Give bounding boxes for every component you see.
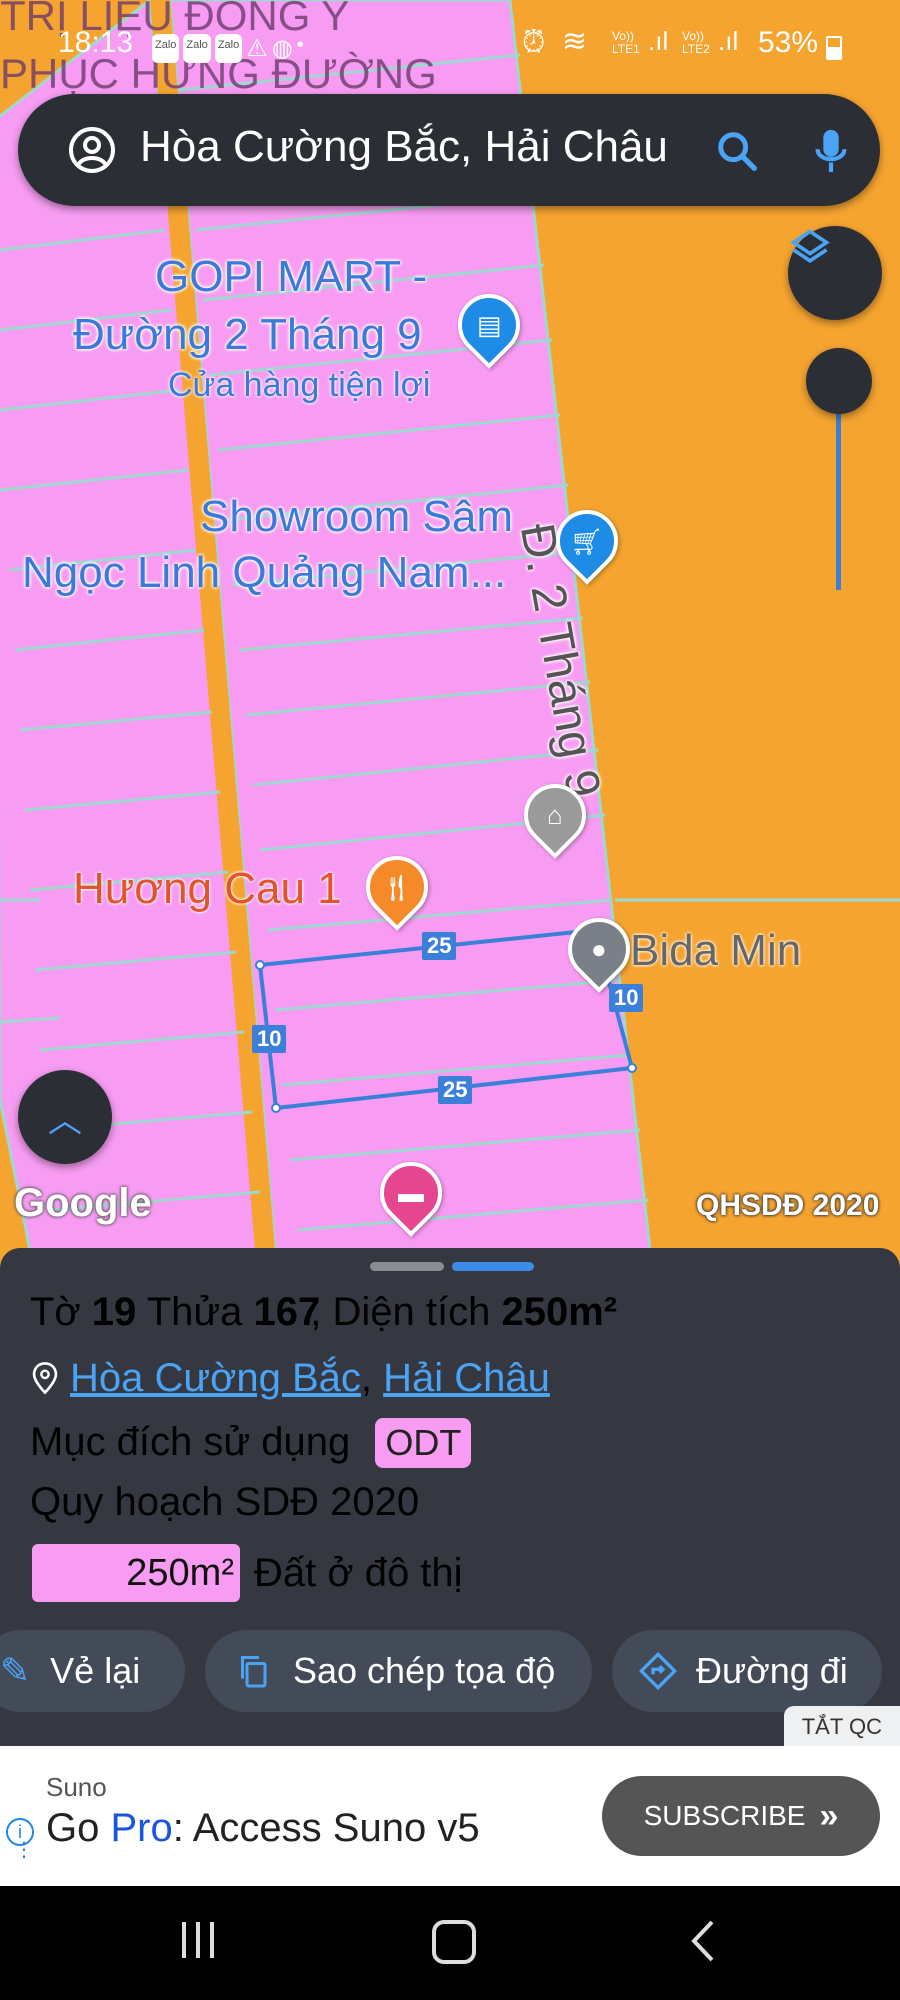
redraw-label: Vẻ lại	[50, 1650, 141, 1691]
battery-icon	[826, 36, 842, 60]
account-icon[interactable]	[68, 126, 116, 174]
flame-icon: ◍	[271, 35, 293, 62]
google-attribution: Google	[14, 1181, 152, 1225]
parcel-dim-bottom: 25	[438, 1076, 473, 1104]
ward-link[interactable]: Hòa Cường Bắc	[70, 1356, 361, 1400]
double-chevron-right-icon: »	[819, 1796, 839, 1835]
status-bar: 18:13 Zalo Zalo Zalo ⚠ ◍ • ⏰︎ ≋ Vo)) LTE1…	[0, 0, 900, 80]
redraw-icon: ✎	[0, 1650, 31, 1691]
layer-label: QHSDĐ 2020	[696, 1189, 880, 1222]
dot-icon: •	[296, 34, 304, 56]
warning-icon: ⚠	[246, 35, 268, 62]
volte-sim2: Vo)) LTE2	[682, 29, 710, 56]
copy-icon	[241, 1656, 267, 1688]
subscribe-button[interactable]: SUBSCRIBE »	[602, 1776, 880, 1856]
ad-banner[interactable]: i ⋮ Suno Go Pro: Access Suno v5 SUBSCRIB…	[0, 1746, 900, 1886]
home-icon[interactable]	[432, 1920, 476, 1964]
parcel-summary: Tờ 19 Thửa 167, Diện tích 250m²	[30, 1290, 618, 1334]
location-pin-icon	[32, 1362, 58, 1395]
ad-options-icon[interactable]: ⋮	[14, 1840, 34, 1860]
alarm-icon: ⏰︎	[522, 26, 546, 59]
poi-bida-label[interactable]: Bida Min	[630, 927, 801, 974]
purpose-label: Mục đích sử dụng	[30, 1420, 351, 1464]
poi-showroom-line2[interactable]: Ngọc Linh Quảng Nam...	[22, 549, 506, 596]
directions-button[interactable]: Đường đi	[612, 1630, 882, 1712]
search-icon[interactable]	[714, 128, 760, 174]
status-time: 18:13	[58, 26, 134, 59]
parcel-dim-right: 10	[609, 984, 644, 1012]
recent-apps-icon[interactable]	[182, 1922, 214, 1958]
sheet-number: 19	[91, 1290, 137, 1334]
signal-icon: .ıl	[718, 26, 739, 56]
legend-swatch: 250m²	[32, 1544, 240, 1602]
directions-icon	[638, 1651, 678, 1691]
directions-label: Đường đi	[696, 1650, 848, 1691]
system-nav-bar	[0, 1886, 900, 2000]
expand-up-button[interactable]: ︿	[18, 1070, 112, 1164]
legend-row: 250m² Đất ở đô thị	[32, 1544, 463, 1602]
volte-sim1: Vo)) LTE1	[612, 29, 640, 56]
area-label: Diện tích	[332, 1290, 491, 1334]
parcel-dim-top: 25	[422, 932, 457, 960]
district-link[interactable]: Hải Châu	[383, 1356, 550, 1400]
subscribe-label: SUBSCRIBE	[643, 1800, 806, 1831]
back-icon[interactable]	[688, 1918, 718, 1964]
zalo-icon: Zalo	[214, 34, 243, 63]
redraw-button[interactable]: ✎ Vẻ lại	[0, 1630, 185, 1712]
zalo-icon: Zalo	[183, 34, 211, 63]
microphone-icon[interactable]	[808, 126, 854, 176]
search-input[interactable]: Hòa Cường Bắc, Hải Châu	[140, 122, 668, 172]
poi-showroom-line1[interactable]: Showroom Sâm	[200, 493, 513, 540]
purpose-code-badge: ODT	[375, 1418, 472, 1468]
ad-headline: Go Pro: Access Suno v5	[46, 1806, 480, 1850]
layers-button[interactable]	[788, 226, 882, 320]
zalo-icon: Zalo	[152, 34, 180, 63]
layers-icon	[790, 229, 830, 264]
poi-gopi-mart-category: Cửa hàng tiện lợi	[168, 366, 431, 404]
sheet-label: Tờ	[30, 1290, 81, 1334]
copy-coordinates-label: Sao chép tọa độ	[293, 1650, 556, 1691]
signal-icon: .ıl	[648, 26, 669, 56]
poi-gopi-mart-line2[interactable]: Đường 2 Tháng 9	[73, 311, 422, 358]
sheet-drag-handle[interactable]	[370, 1262, 534, 1271]
hide-ads-button[interactable]: TẮT QC	[783, 1706, 900, 1748]
parcel-dim-left: 10	[252, 1025, 287, 1053]
search-bar[interactable]: Hòa Cường Bắc, Hải Châu	[18, 94, 880, 206]
purpose-row: Mục đích sử dụng ODT	[30, 1418, 472, 1468]
address-row: Hòa Cường Bắc, Hải Châu	[30, 1356, 550, 1401]
parcel-label: Thửa	[146, 1290, 243, 1334]
poi-gopi-mart-line1[interactable]: GOPI MART -	[155, 253, 427, 300]
battery-percent: 53%	[758, 26, 819, 59]
area-value: 250m²	[501, 1290, 618, 1334]
zoom-slider-handle[interactable]	[806, 348, 872, 414]
chevron-up-icon: ︿	[48, 1101, 82, 1140]
plan-label: Quy hoạch SDĐ 2020	[30, 1480, 420, 1524]
wifi-icon: ≋	[562, 25, 588, 58]
legend-area: 250m²	[126, 1552, 234, 1594]
poi-restaurant-label[interactable]: Hương Cau 1	[73, 865, 342, 912]
legend-description: Đất ở đô thị	[254, 1550, 463, 1595]
ad-advertiser: Suno	[46, 1772, 107, 1802]
copy-coordinates-button[interactable]: Sao chép tọa độ	[205, 1630, 592, 1712]
app-notification-icons: Zalo Zalo Zalo ⚠ ◍ •	[152, 34, 304, 63]
